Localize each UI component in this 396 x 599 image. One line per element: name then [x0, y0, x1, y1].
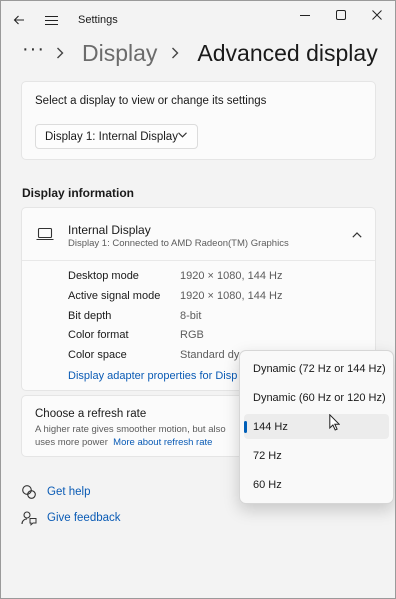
chevron-down-icon: [178, 132, 187, 138]
info-value: 1920 × 1080, 144 Hz: [180, 290, 283, 302]
breadcrumb: ··· Display Advanced display: [22, 36, 378, 70]
more-about-refresh-rate-link[interactable]: More about refresh rate: [113, 437, 212, 448]
monitor-icon: [36, 227, 54, 241]
help-icon: [20, 483, 38, 501]
display-info-header[interactable]: Internal Display Display 1: Connected to…: [22, 208, 375, 261]
close-icon: [372, 10, 382, 20]
menu-item-dynamic-72-144[interactable]: Dynamic (72 Hz or 144 Hz): [244, 356, 389, 381]
display-information-heading: Display information: [22, 186, 135, 200]
navigation-menu-button[interactable]: [40, 9, 62, 31]
give-feedback-label: Give feedback: [47, 512, 121, 524]
breadcrumb-more-button[interactable]: ···: [22, 39, 48, 59]
info-key: Active signal mode: [68, 290, 161, 302]
display-name: Internal Display: [68, 223, 151, 237]
hamburger-icon: [44, 15, 58, 25]
back-button[interactable]: [8, 9, 30, 31]
select-display-label: Select a display to view or change its s…: [35, 95, 267, 107]
page-title: Advanced display: [197, 39, 378, 66]
info-value: 1920 × 1080, 144 Hz: [180, 270, 283, 282]
menu-item-72hz[interactable]: 72 Hz: [244, 443, 389, 468]
collapse-button[interactable]: [350, 229, 364, 241]
refresh-desc-line2: uses more power: [35, 437, 108, 448]
breadcrumb-chevron-icon: [171, 46, 185, 60]
info-value: RGB: [180, 329, 204, 341]
info-key: Bit depth: [68, 310, 112, 322]
select-display-card: Select a display to view or change its s…: [21, 81, 376, 160]
menu-item-label: 72 Hz: [253, 449, 282, 462]
minimize-button[interactable]: [292, 4, 318, 26]
menu-item-label: 60 Hz: [253, 478, 282, 491]
window-title: Settings: [78, 14, 118, 26]
get-help-label: Get help: [47, 486, 91, 498]
display-selector-value: Display 1: Internal Display: [45, 130, 178, 143]
refresh-rate-menu: Dynamic (72 Hz or 144 Hz) Dynamic (60 Hz…: [239, 350, 394, 504]
breadcrumb-display-link[interactable]: Display: [82, 40, 157, 67]
menu-item-label: Dynamic (72 Hz or 144 Hz): [253, 362, 386, 375]
chevron-up-icon: [352, 232, 362, 238]
info-value: Standard dy: [180, 349, 240, 361]
selection-indicator: [244, 421, 247, 433]
minimize-icon: [300, 15, 310, 16]
mouse-pointer-icon: [329, 414, 340, 431]
display-selector-dropdown[interactable]: Display 1: Internal Display: [35, 124, 198, 149]
get-help-link[interactable]: Get help: [20, 483, 90, 501]
menu-item-dynamic-60-120[interactable]: Dynamic (60 Hz or 120 Hz): [244, 385, 389, 410]
refresh-desc-line1: A higher rate gives smoother motion, but…: [35, 424, 226, 435]
title-bar: Settings: [0, 0, 396, 38]
display-adapter-properties-link[interactable]: Display adapter properties for Disp: [68, 370, 237, 382]
refresh-rate-title: Choose a refresh rate: [35, 408, 147, 420]
feedback-icon: [20, 509, 38, 527]
menu-item-144hz[interactable]: 144 Hz: [244, 414, 389, 439]
menu-item-60hz[interactable]: 60 Hz: [244, 472, 389, 497]
back-arrow-icon: [13, 15, 24, 25]
maximize-button[interactable]: [328, 4, 354, 26]
display-connection: Display 1: Connected to AMD Radeon(TM) G…: [68, 238, 289, 249]
maximize-icon: [336, 10, 346, 20]
refresh-rate-description: A higher rate gives smoother motion, but…: [35, 423, 255, 449]
breadcrumb-chevron-icon: [56, 46, 70, 60]
info-key: Color format: [68, 329, 129, 341]
close-button[interactable]: [364, 4, 390, 26]
menu-item-label: Dynamic (60 Hz or 120 Hz): [253, 391, 386, 404]
info-key: Color space: [68, 349, 127, 361]
info-value: 8-bit: [180, 310, 202, 322]
info-key: Desktop mode: [68, 270, 139, 282]
give-feedback-link[interactable]: Give feedback: [20, 509, 121, 527]
menu-item-label: 144 Hz: [253, 420, 288, 433]
